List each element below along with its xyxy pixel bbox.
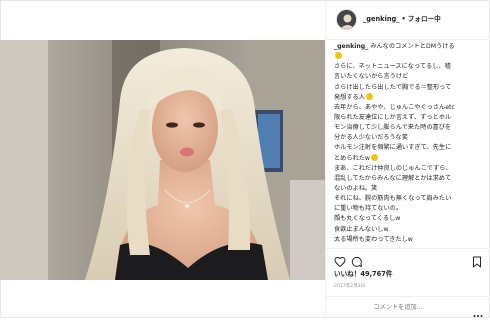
caption-line: とめられたw (334, 153, 486, 164)
caption-line: さらけ出したら出したで胸でる＝整形って (334, 83, 452, 91)
caption-line: モン治療して少し膨らんで来た時の喜びを (334, 124, 452, 132)
caption-text: 発想する人 (334, 93, 365, 101)
post-photo[interactable] (0, 40, 325, 280)
caption-line: 太る場所も変わってきたしw (334, 235, 413, 243)
header-separator: • (401, 15, 406, 23)
caption-line: 混乱してたからみんなに理解とかは求めて (334, 174, 452, 182)
smile-emoji-icon (371, 153, 378, 161)
caption-line: それにね、腕の筋肉も無くなって肩みたい (334, 195, 452, 203)
post-caption: _genking_ みんなのコメントとDMうける さらに、ネットニュースになって… (334, 42, 486, 245)
caption-line: ないのよね。笑 (334, 184, 378, 192)
caption-line: 分かる人少ないだろうな笑 (334, 134, 408, 142)
post-actions (326, 248, 490, 268)
caption-line: 去年から、あやや、じゅんこやぐっさんetc (334, 103, 455, 111)
header-username[interactable]: _genking_ (363, 15, 400, 23)
smile-emoji-icon (335, 52, 342, 60)
comment-input[interactable] (334, 302, 462, 313)
caption-text: みんなのコメントとDMうける (370, 43, 455, 50)
more-icon[interactable] (473, 304, 483, 317)
caption-username[interactable]: _genking_ (334, 43, 368, 50)
caption-line: _genking_ みんなのコメントとDMうける (334, 42, 486, 52)
follow-status-button[interactable]: フォロー中 (408, 15, 441, 23)
caption-line: ホルモン注射を頻繁に通いすぎて、先生に (334, 144, 452, 152)
caption-line: 顔も丸くなってくるしw (334, 215, 401, 223)
bookmark-icon[interactable] (471, 253, 483, 268)
caption-text: とめられたw (334, 154, 370, 162)
caption-line: まあ、これだけ仲良しのじゅんこですら、 (334, 164, 452, 172)
comment-bar (326, 296, 490, 318)
header-user-line: _genking_ • フォロー中 (363, 13, 441, 23)
caption-line: に重い物も持てないの。 (334, 205, 403, 213)
caption-line: 食欲止まんないしw (334, 225, 389, 233)
avatar[interactable] (336, 9, 357, 30)
comment-icon[interactable] (351, 253, 363, 267)
likes-count[interactable]: いいね！49,767件 (334, 268, 392, 278)
caption-line (334, 52, 486, 62)
caption-line: さらに、ネットニュースになってるし、嘘 (334, 63, 451, 71)
caption-line: 言いたくないから言うけど (334, 73, 409, 81)
post-date: 2017年2月1日 (334, 284, 366, 289)
caption-line: 限られた友達位にしか言えず、ずっとホル (334, 113, 452, 121)
post-header: _genking_ • フォロー中 (326, 0, 490, 40)
heart-icon[interactable] (334, 253, 346, 268)
post-side-panel: _genking_ • フォロー中 _genking_ みんなのコメントとDMうける… (325, 0, 490, 318)
caption-line: 発想する人 (334, 92, 486, 103)
smile-emoji-icon (365, 92, 373, 100)
